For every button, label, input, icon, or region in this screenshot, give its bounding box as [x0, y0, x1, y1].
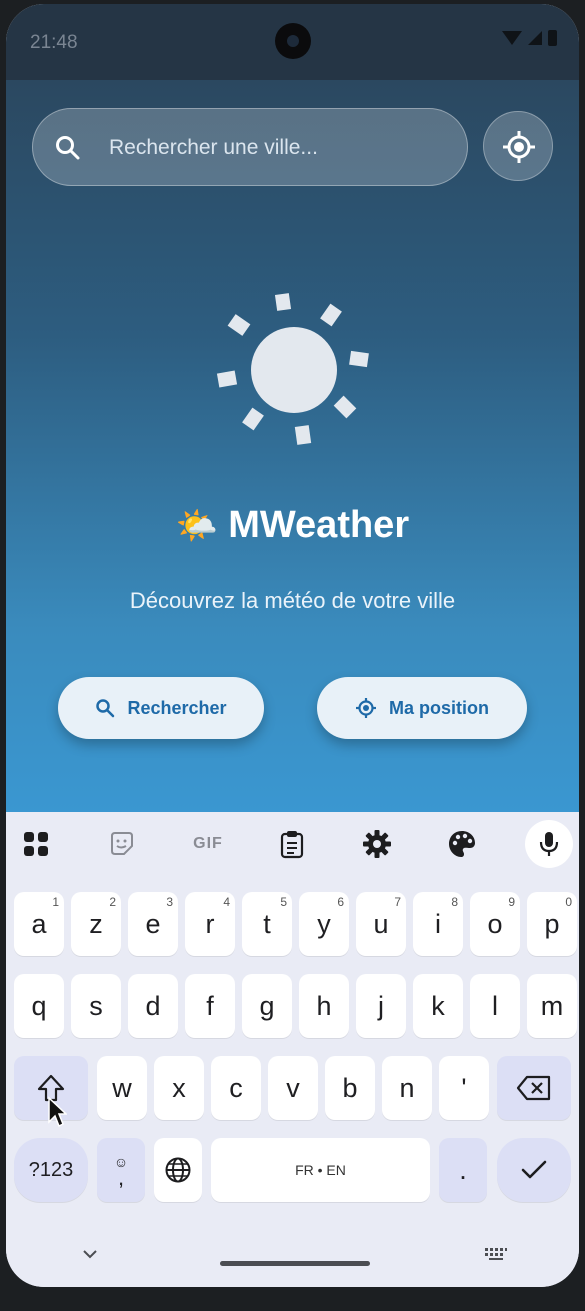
- enter-key[interactable]: [497, 1138, 571, 1202]
- backspace-icon: [516, 1075, 551, 1101]
- sun-cloud-icon: 🌤️: [175, 507, 219, 545]
- key-number-hint: 7: [394, 895, 401, 909]
- theme-palette-icon[interactable]: [444, 826, 480, 862]
- language-key[interactable]: [154, 1138, 202, 1202]
- comma-label: ,: [117, 1165, 125, 1190]
- key-t[interactable]: 5t: [242, 892, 292, 956]
- app-title-text: MWeather: [228, 504, 410, 546]
- chevron-down-icon[interactable]: [82, 1249, 98, 1259]
- key-c[interactable]: c: [211, 1056, 261, 1120]
- status-bar: 21:48: [6, 4, 579, 80]
- search-icon: [56, 136, 80, 160]
- key-label: p: [544, 908, 560, 939]
- status-icons: [502, 30, 557, 46]
- my-location-icon: [356, 698, 376, 718]
- emoji-comma-key[interactable]: ☺ ,: [97, 1138, 145, 1202]
- key-number-hint: 8: [451, 895, 458, 909]
- home-handle[interactable]: [220, 1261, 370, 1266]
- key-v[interactable]: v: [268, 1056, 318, 1120]
- key-h[interactable]: h: [299, 974, 349, 1038]
- key-u[interactable]: 7u: [356, 892, 406, 956]
- weather-app: 🌤️MWeather Découvrez la météo de votre v…: [6, 80, 579, 812]
- key-x[interactable]: x: [154, 1056, 204, 1120]
- key-m[interactable]: m: [527, 974, 577, 1038]
- key-p[interactable]: 0p: [527, 892, 577, 956]
- key-w[interactable]: w: [97, 1056, 147, 1120]
- settings-gear-icon[interactable]: [359, 826, 395, 862]
- keyboard-switch-icon[interactable]: [484, 1247, 508, 1261]
- key-label: u: [373, 908, 389, 939]
- key-y[interactable]: 6y: [299, 892, 349, 956]
- search-button-label: Rechercher: [127, 697, 227, 718]
- key-z[interactable]: 2z: [71, 892, 121, 956]
- key-o[interactable]: 9o: [470, 892, 520, 956]
- battery-icon: [548, 30, 557, 46]
- phone-screen: 21:48 Rechercher une ville... 🌤️ MWeathe…: [6, 4, 579, 1287]
- key-number-hint: 9: [508, 895, 515, 909]
- globe-icon: [165, 1157, 191, 1183]
- soft-keyboard: GIF 1a2z3e4r5t6y7u8i9o0p qsdfghjklm wxcv…: [6, 812, 579, 1287]
- key-n[interactable]: n: [382, 1056, 432, 1120]
- period-key[interactable]: .: [439, 1138, 487, 1202]
- key-j[interactable]: j: [356, 974, 406, 1038]
- key-number-hint: 6: [337, 895, 344, 909]
- key-a[interactable]: 1a: [14, 892, 64, 956]
- key-l[interactable]: l: [470, 974, 520, 1038]
- key-label: t: [263, 908, 271, 939]
- checkmark-icon: [521, 1160, 547, 1179]
- key-q[interactable]: q: [14, 974, 64, 1038]
- key-number-hint: 2: [109, 895, 116, 909]
- navigation-bar: [6, 1223, 579, 1287]
- sticker-icon[interactable]: [104, 826, 140, 862]
- gif-button[interactable]: GIF: [188, 826, 228, 862]
- key-d[interactable]: d: [128, 974, 178, 1038]
- key-f[interactable]: f: [185, 974, 235, 1038]
- status-time: 21:48: [30, 32, 78, 53]
- city-search-input[interactable]: [107, 131, 441, 165]
- mouse-cursor-icon: [48, 1096, 67, 1128]
- app-tagline: Découvrez la météo de votre ville: [129, 588, 456, 613]
- backspace-key[interactable]: [497, 1056, 571, 1120]
- app-title: 🌤️ MWeather: [6, 504, 579, 547]
- key-apostrophe[interactable]: ': [439, 1056, 489, 1120]
- key-i[interactable]: 8i: [413, 892, 463, 956]
- search-icon: [96, 699, 115, 718]
- key-label: i: [435, 908, 441, 939]
- signal-icon: [528, 31, 542, 45]
- key-label: e: [145, 908, 161, 939]
- key-r[interactable]: 4r: [185, 892, 235, 956]
- key-label: z: [89, 908, 103, 939]
- sun-icon: [216, 293, 369, 445]
- key-g[interactable]: g: [242, 974, 292, 1038]
- symbols-key[interactable]: ?123: [14, 1138, 88, 1202]
- key-number-hint: 3: [166, 895, 173, 909]
- microphone-button[interactable]: [525, 820, 573, 868]
- key-k[interactable]: k: [413, 974, 463, 1038]
- key-number-hint: 5: [280, 895, 287, 909]
- apps-grid-icon[interactable]: [18, 826, 54, 862]
- microphone-icon: [539, 832, 559, 856]
- keyboard-toolbar: GIF: [6, 812, 579, 876]
- key-label: a: [31, 908, 47, 939]
- clipboard-icon[interactable]: [274, 826, 310, 862]
- my-location-icon: [503, 131, 535, 163]
- front-camera: [275, 23, 311, 59]
- key-label: y: [317, 908, 331, 939]
- key-e[interactable]: 3e: [128, 892, 178, 956]
- city-search-bar[interactable]: [32, 108, 468, 186]
- key-number-hint: 4: [223, 895, 230, 909]
- key-label: o: [487, 908, 503, 939]
- key-label: r: [205, 908, 215, 939]
- wifi-icon: [502, 31, 522, 45]
- my-position-button-label: Ma position: [389, 697, 489, 718]
- space-key[interactable]: FR • EN: [211, 1138, 430, 1202]
- my-position-button[interactable]: Ma position: [317, 677, 527, 739]
- key-number-hint: 1: [52, 895, 59, 909]
- key-b[interactable]: b: [325, 1056, 375, 1120]
- search-button[interactable]: Rechercher: [58, 677, 264, 739]
- locate-button[interactable]: [483, 111, 553, 181]
- key-number-hint: 0: [565, 895, 572, 909]
- key-s[interactable]: s: [71, 974, 121, 1038]
